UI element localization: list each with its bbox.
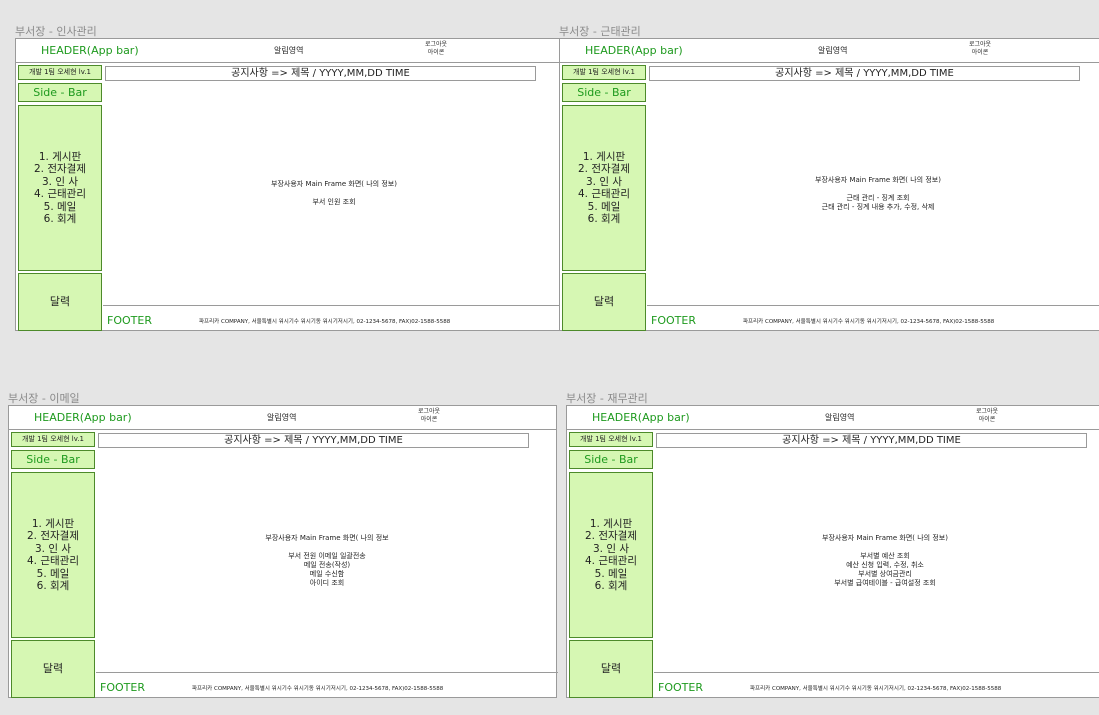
wireframe-finance: HEADER(App bar) 알림영역 로그아웃 아이콘 개발 1팀 오세현 l… [566, 405, 1099, 698]
menu-item-accounting[interactable]: 6. 회계 [588, 213, 621, 226]
notification-area[interactable]: 알림영역 [818, 45, 847, 56]
menu-item-attendance[interactable]: 4. 근태관리 [578, 188, 630, 201]
app-bar: HEADER(App bar) 알림영역 로그아웃 아이콘 [567, 406, 1099, 430]
menu-item-hr[interactable]: 3. 인 사 [42, 176, 78, 189]
main-line: 메일 전송(작성) [303, 560, 351, 569]
footer: FOOTER 파프리카 COMPANY, 서울특별시 워시기수 워시기동 워시기… [647, 305, 1099, 332]
menu-item-hr[interactable]: 3. 인 사 [586, 176, 622, 189]
menu-item-mail[interactable]: 5. 메일 [595, 568, 628, 581]
menu-item-board[interactable]: 1. 게시판 [590, 518, 632, 531]
notice-bar[interactable]: 공지사항 => 제목 / YYYY,MM,DD TIME [105, 66, 536, 81]
menu-item-approval[interactable]: 2. 전자결제 [578, 163, 630, 176]
frame-label: 부서장 - 근태관리 [559, 25, 641, 38]
user-info: 개발 1팀 오세현 lv.1 [11, 432, 95, 447]
menu-item-approval[interactable]: 2. 전자결제 [585, 530, 637, 543]
main-title: 부장사용자 Main Frame 화면( 나의 정보) [815, 175, 941, 184]
main-line: 근태 관리 - 징계 내용 추가, 수정, 삭제 [821, 202, 935, 211]
main-line: 부서별 예산 조회 [860, 551, 910, 560]
header-title: HEADER(App bar) [41, 44, 139, 57]
frame-label: 부서장 - 재무관리 [566, 392, 648, 405]
notice-bar[interactable]: 공지사항 => 제목 / YYYY,MM,DD TIME [649, 66, 1080, 81]
main-content: 부장사용자 Main Frame 화면( 나의 정보 부서 전원 이메일 일괄전… [96, 449, 558, 672]
menu-item-approval[interactable]: 2. 전자결제 [27, 530, 79, 543]
menu-item-mail[interactable]: 5. 메일 [44, 201, 77, 214]
calendar[interactable]: 달력 [569, 640, 653, 698]
footer-title: FOOTER [100, 681, 145, 694]
main-content: 부장사용자 Main Frame 화면( 나의 정보) 부서 인원 조회 [103, 82, 565, 305]
menu-item-attendance[interactable]: 4. 근태관리 [34, 188, 86, 201]
main-line: 메일 수신함 [309, 569, 345, 578]
footer-info: 파프리카 COMPANY, 서울특별시 워시기수 워시기동 워시기저시기, 02… [199, 319, 451, 325]
main-content: 부장사용자 Main Frame 화면( 나의 정보) 근태 관리 - 징계 조… [647, 82, 1099, 305]
menu-item-board[interactable]: 1. 게시판 [32, 518, 74, 531]
main-title: 부장사용자 Main Frame 화면( 나의 정보 [265, 533, 389, 542]
main-line: 근태 관리 - 징계 조회 [846, 193, 910, 202]
header-title: HEADER(App bar) [592, 411, 690, 424]
main-line: 부서별 상여금관리 [858, 569, 912, 578]
sidebar-menu: 1. 게시판 2. 전자결제 3. 인 사 4. 근태관리 5. 메일 6. 회… [18, 105, 102, 271]
calendar[interactable]: 달력 [562, 273, 646, 331]
menu-item-hr[interactable]: 3. 인 사 [35, 543, 71, 556]
footer-info: 파프리카 COMPANY, 서울특별시 워시기수 워시기동 워시기저시기, 02… [192, 686, 444, 692]
calendar[interactable]: 달력 [11, 640, 95, 698]
wireframe-attendance: HEADER(App bar) 알림영역 로그아웃 아이콘 개발 1팀 오세현 l… [559, 38, 1099, 331]
logout-icon[interactable]: 로그아웃 아이콘 [409, 408, 449, 424]
user-info: 개발 1팀 오세현 lv.1 [562, 65, 646, 80]
notification-area[interactable]: 알림영역 [825, 412, 854, 423]
wireframe-hr: HEADER(App bar) 알림영역 로그아웃 아이콘 개발 1팀 오세현 l… [15, 38, 565, 332]
wireframe-email: HEADER(App bar) 알림영역 로그아웃 아이콘 개발 1팀 오세현 l… [8, 405, 558, 699]
notice-bar[interactable]: 공지사항 => 제목 / YYYY,MM,DD TIME [656, 433, 1087, 448]
sidebar-title: Side - Bar [11, 450, 95, 469]
menu-item-approval[interactable]: 2. 전자결제 [34, 163, 86, 176]
menu-item-mail[interactable]: 5. 메일 [37, 568, 70, 581]
main-content: 부장사용자 Main Frame 화면( 나의 정보) 부서별 예산 조회 예산… [654, 449, 1099, 672]
sidebar-title: Side - Bar [569, 450, 653, 469]
footer-title: FOOTER [107, 314, 152, 327]
footer: FOOTER 파프리카 COMPANY, 서울특별시 워시기수 워시기동 워시기… [103, 305, 565, 332]
menu-item-board[interactable]: 1. 게시판 [39, 151, 81, 164]
logout-icon[interactable]: 로그아웃 아이콘 [960, 41, 1000, 57]
main-title: 부장사용자 Main Frame 화면( 나의 정보) [271, 180, 397, 188]
sidebar-menu: 1. 게시판 2. 전자결제 3. 인 사 4. 근태관리 5. 메일 6. 회… [11, 472, 95, 638]
notification-area[interactable]: 알림영역 [274, 45, 303, 56]
sidebar-menu: 1. 게시판 2. 전자결제 3. 인 사 4. 근태관리 5. 메일 6. 회… [569, 472, 653, 638]
app-bar: HEADER(App bar) 알림영역 로그아웃 아이콘 [9, 406, 556, 430]
main-line: 부서별 급여테이블 - 급여설정 조회 [834, 578, 936, 587]
footer-title: FOOTER [658, 681, 703, 694]
app-bar: HEADER(App bar) 알림영역 로그아웃 아이콘 [560, 39, 1099, 63]
notice-bar[interactable]: 공지사항 => 제목 / YYYY,MM,DD TIME [98, 433, 529, 448]
main-line: 아이디 조회 [309, 578, 345, 587]
footer: FOOTER 파프리카 COMPANY, 서울특별시 워시기수 워시기동 워시기… [654, 672, 1099, 699]
calendar[interactable]: 달력 [18, 273, 102, 331]
sidebar-menu: 1. 게시판 2. 전자결제 3. 인 사 4. 근태관리 5. 메일 6. 회… [562, 105, 646, 271]
footer: FOOTER 파프리카 COMPANY, 서울특별시 워시기수 워시기동 워시기… [96, 672, 558, 699]
logout-icon[interactable]: 로그아웃 아이콘 [967, 408, 1007, 424]
footer-info: 파프리카 COMPANY, 서울특별시 워시기수 워시기동 워시기저시기, 02… [743, 319, 995, 325]
menu-item-mail[interactable]: 5. 메일 [588, 201, 621, 214]
menu-item-attendance[interactable]: 4. 근태관리 [27, 555, 79, 568]
sidebar-title: Side - Bar [18, 83, 102, 102]
user-info: 개발 1팀 오세현 lv.1 [18, 65, 102, 80]
main-line: 부서 인원 조회 [312, 198, 356, 206]
header-title: HEADER(App bar) [34, 411, 132, 424]
main-title: 부장사용자 Main Frame 화면( 나의 정보) [822, 533, 948, 542]
header-title: HEADER(App bar) [585, 44, 683, 57]
footer-info: 파프리카 COMPANY, 서울특별시 워시기수 워시기동 워시기저시기, 02… [750, 686, 1002, 692]
user-info: 개발 1팀 오세현 lv.1 [569, 432, 653, 447]
main-line: 예산 신청 입력, 수정, 취소 [846, 560, 924, 569]
menu-item-hr[interactable]: 3. 인 사 [593, 543, 629, 556]
menu-item-attendance[interactable]: 4. 근태관리 [585, 555, 637, 568]
frame-label: 부서장 - 인사관리 [15, 25, 97, 38]
notification-area[interactable]: 알림영역 [267, 412, 296, 423]
menu-item-accounting[interactable]: 6. 회계 [37, 580, 70, 593]
logout-icon[interactable]: 로그아웃 아이콘 [416, 41, 456, 57]
frame-label: 부서장 - 이메일 [8, 392, 80, 405]
menu-item-accounting[interactable]: 6. 회계 [595, 580, 628, 593]
footer-title: FOOTER [651, 314, 696, 327]
menu-item-accounting[interactable]: 6. 회계 [44, 213, 77, 226]
main-line: 부서 전원 이메일 일괄전송 [288, 551, 366, 560]
app-bar: HEADER(App bar) 알림영역 로그아웃 아이콘 [16, 39, 563, 63]
menu-item-board[interactable]: 1. 게시판 [583, 151, 625, 164]
sidebar-title: Side - Bar [562, 83, 646, 102]
